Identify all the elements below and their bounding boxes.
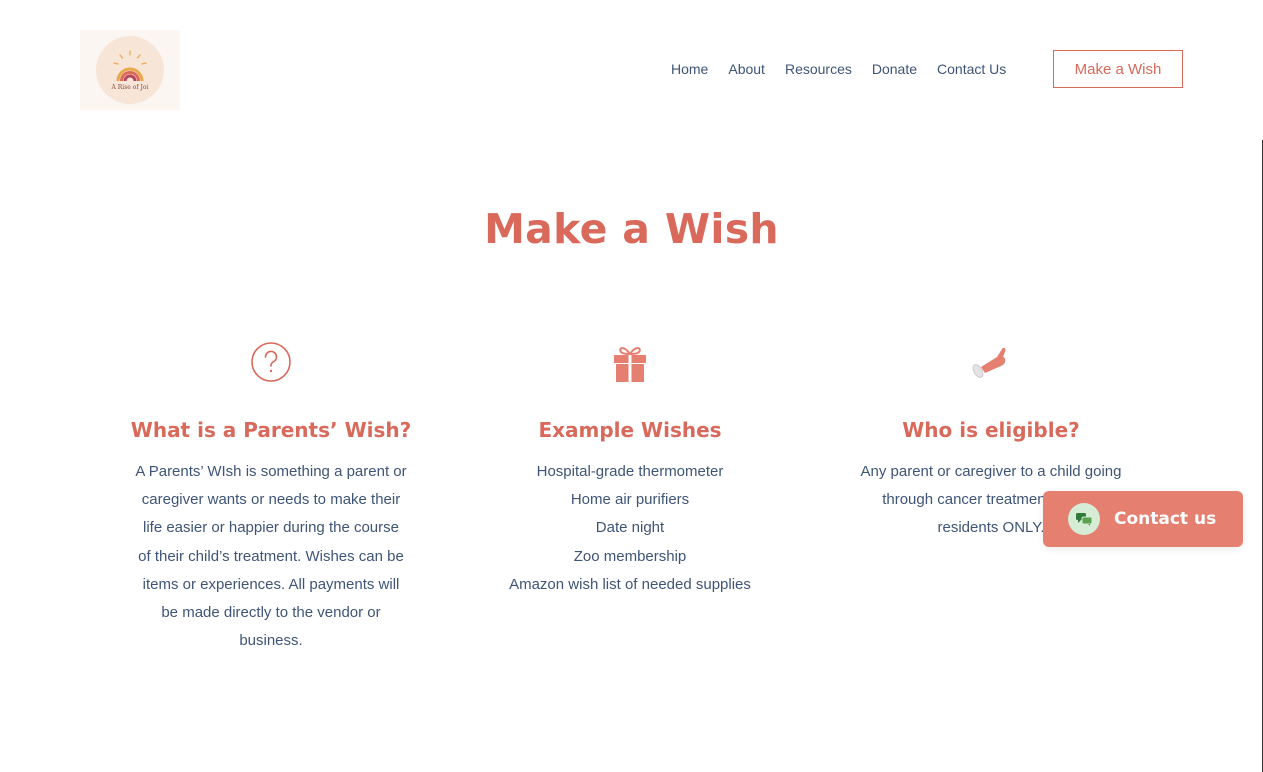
- nav-donate[interactable]: Donate: [872, 61, 917, 77]
- question-circle-icon: [251, 342, 291, 382]
- nav-contact-us[interactable]: Contact Us: [937, 61, 1006, 77]
- site-logo[interactable]: A Rise of Joi: [80, 30, 180, 110]
- wish-item: Home air purifiers: [570, 491, 690, 509]
- nav-home[interactable]: Home: [671, 61, 708, 77]
- body-line: A Parents’ WIsh is something a parent or: [135, 463, 407, 480]
- body-line: be made directly to the vendor or: [161, 604, 381, 622]
- section-body: Hospital-grade thermometer Home air puri…: [478, 458, 782, 599]
- gift-icon: [614, 347, 646, 382]
- page: A Rise of Joi Home About Resources Donat…: [0, 0, 1263, 772]
- wish-item: Zoo membership: [573, 547, 687, 565]
- page-title: Make a Wish: [484, 205, 779, 253]
- body-line: items or experiences. All payments will: [142, 575, 400, 593]
- section-body: A Parents’ WIsh is something a parent or…: [118, 458, 424, 655]
- main-nav: Home About Resources Donate Contact Us: [671, 61, 1006, 77]
- hand-pointer-icon: [972, 347, 1006, 378]
- wish-item: Amazon wish list of needed supplies: [509, 575, 751, 593]
- nav-about[interactable]: About: [728, 61, 765, 77]
- nav-resources[interactable]: Resources: [785, 61, 852, 77]
- chat-bubbles-glyph: [1076, 513, 1093, 526]
- wish-item: Date night: [595, 519, 665, 537]
- section-heading: Example Wishes: [538, 418, 722, 442]
- rainbow-sun-icon: [113, 50, 147, 82]
- section-heading: Who is eligible?: [902, 418, 1080, 442]
- logo-text: A Rise of Joi: [111, 84, 149, 91]
- body-line: caregiver wants or needs to make their: [141, 491, 401, 509]
- contact-us-chat-button[interactable]: Contact us: [1043, 491, 1243, 547]
- body-line: business.: [239, 632, 303, 650]
- make-a-wish-button[interactable]: Make a Wish: [1053, 50, 1183, 88]
- body-line: Any parent or caregiver to a child going: [860, 463, 1122, 480]
- body-line: life easier or happier during the course: [143, 519, 399, 537]
- section-heading: What is a Parents’ Wish?: [130, 418, 412, 442]
- logo-badge: A Rise of Joi: [96, 36, 164, 104]
- chat-label: Contact us: [1114, 509, 1217, 529]
- body-line: of their child’s treatment. Wishes can b…: [138, 547, 404, 565]
- chat-bubbles-icon: [1068, 503, 1100, 535]
- wish-item: Hospital-grade thermometer: [536, 463, 724, 480]
